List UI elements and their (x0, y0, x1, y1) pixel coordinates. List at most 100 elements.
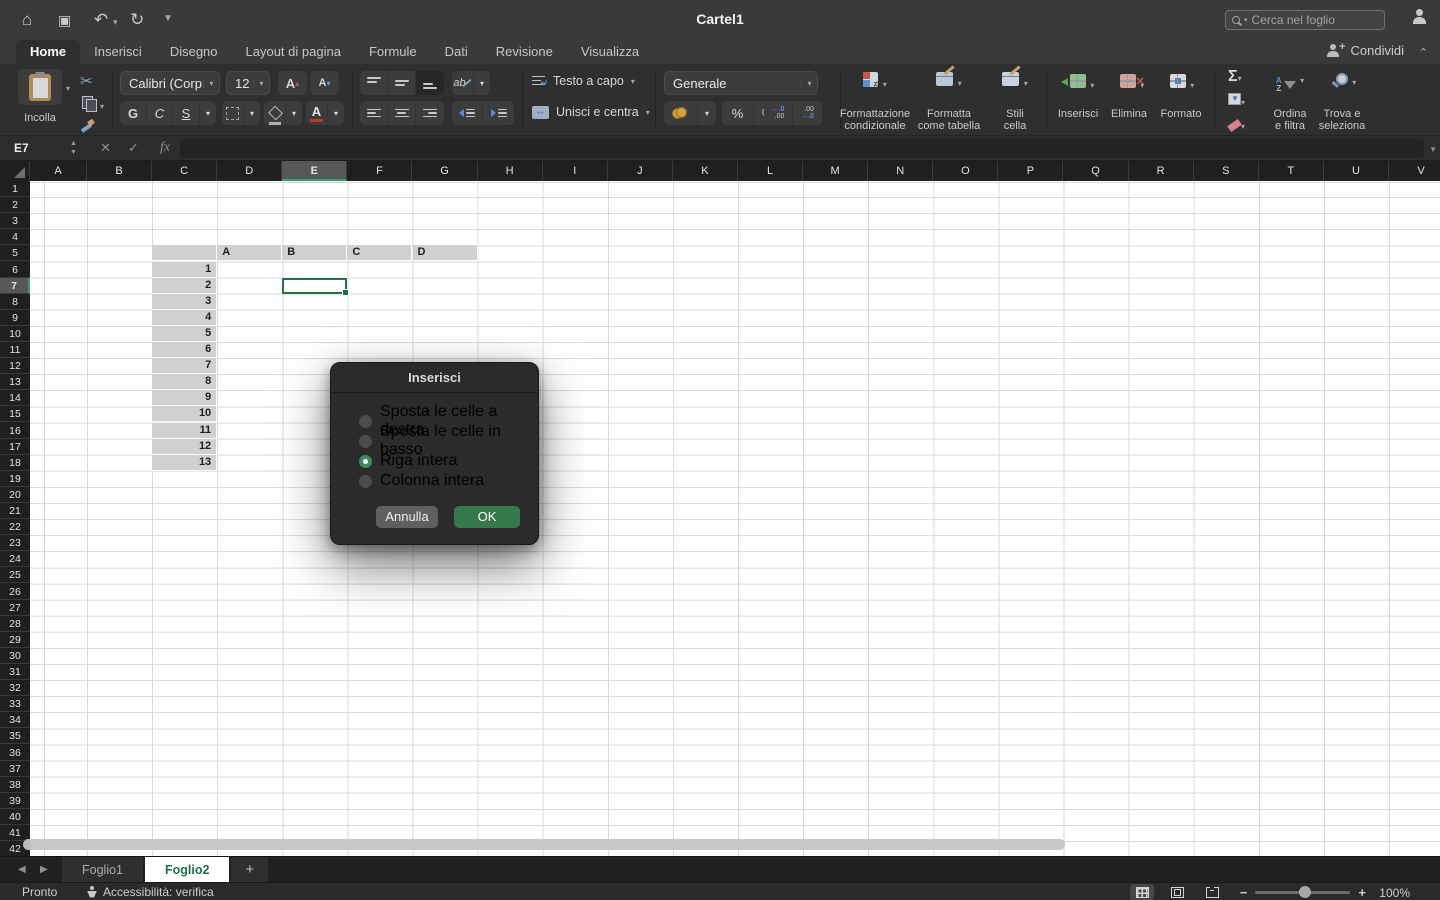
name-box-spinner[interactable]: ▲▼ (70, 139, 77, 157)
column-header-t[interactable]: T (1259, 161, 1324, 181)
delete-cells-button[interactable]: ✕ ▾ (1112, 74, 1152, 93)
align-center-button[interactable] (388, 101, 416, 125)
tab-revisione[interactable]: Revisione (482, 40, 567, 64)
search-scope-dropdown-icon[interactable]: ▾ (1244, 16, 1248, 24)
row-header-3[interactable]: 3 (0, 213, 30, 229)
zoom-slider-thumb[interactable] (1299, 886, 1311, 898)
align-bottom-button[interactable] (416, 71, 444, 95)
shrink-font-button[interactable]: A▾ (310, 71, 339, 95)
sheet-tab-foglio2[interactable]: Foglio2 (145, 857, 229, 883)
row-header-37[interactable]: 37 (0, 761, 30, 777)
sort-filter-dropdown-icon[interactable]: ▾ (1300, 76, 1304, 85)
row-header-2[interactable]: 2 (0, 197, 30, 213)
format-as-table-dropdown-icon[interactable]: ▾ (958, 79, 962, 88)
underline-dropdown-icon[interactable]: ▾ (200, 101, 216, 125)
column-header-c[interactable]: C (152, 161, 217, 181)
row-header-30[interactable]: 30 (0, 648, 30, 664)
row-header-38[interactable]: 38 (0, 777, 30, 793)
tab-disegno[interactable]: Disegno (156, 40, 232, 64)
select-all-corner[interactable] (0, 161, 30, 181)
percent-button[interactable]: % (722, 101, 754, 125)
collapse-ribbon-icon[interactable]: ⌃ (1419, 46, 1428, 59)
row-header-22[interactable]: 22 (0, 519, 30, 535)
sheet-tab-foglio1[interactable]: Foglio1 (62, 857, 143, 883)
column-header-d[interactable]: D (217, 161, 282, 181)
number-format-select[interactable]: Generale▾ (664, 71, 818, 95)
tab-dati[interactable]: Dati (431, 40, 482, 64)
copy-dropdown-icon[interactable]: ▾ (100, 102, 104, 111)
add-sheet-button[interactable]: + (231, 857, 268, 883)
row-header-28[interactable]: 28 (0, 616, 30, 632)
row-header-15[interactable]: 15 (0, 406, 30, 422)
row-header-31[interactable]: 31 (0, 664, 30, 680)
increase-indent-button[interactable] (483, 101, 514, 125)
column-header-j[interactable]: J (608, 161, 673, 181)
column-header-i[interactable]: I (543, 161, 608, 181)
format-cells-dropdown-icon[interactable]: ▾ (1190, 81, 1194, 90)
accessibility-status[interactable]: Accessibilità: verifica (86, 885, 214, 899)
conditional-formatting-button[interactable]: ▾ (852, 72, 898, 92)
borders-dropdown-icon[interactable]: ▾ (244, 101, 260, 125)
row-header-35[interactable]: 35 (0, 728, 30, 744)
row-header-32[interactable]: 32 (0, 680, 30, 696)
row-header-34[interactable]: 34 (0, 712, 30, 728)
column-header-h[interactable]: H (478, 161, 543, 181)
fill-color-dropdown-icon[interactable]: ▾ (286, 101, 302, 125)
grow-font-button[interactable]: A▴ (278, 71, 307, 95)
font-size-select[interactable]: 12▾ (226, 71, 270, 95)
bold-button[interactable]: G (120, 101, 147, 125)
fill-color-button[interactable]: ▾ (264, 101, 302, 125)
copy-icon[interactable] (82, 96, 95, 110)
align-middle-button[interactable] (388, 71, 416, 95)
autosum-dropdown-icon[interactable]: ▾ (1238, 74, 1242, 83)
row-header-4[interactable]: 4 (0, 229, 30, 245)
zoom-slider[interactable] (1255, 891, 1350, 894)
column-header-b[interactable]: B (87, 161, 152, 181)
conditional-formatting-dropdown-icon[interactable]: ▾ (883, 80, 887, 89)
cut-icon[interactable]: ✂ (80, 72, 93, 90)
row-header-24[interactable]: 24 (0, 551, 30, 567)
row-header-33[interactable]: 33 (0, 696, 30, 712)
italic-button[interactable]: C (147, 101, 173, 125)
column-header-p[interactable]: P (998, 161, 1063, 181)
find-select-button[interactable]: ▾ (1324, 72, 1368, 90)
row-header-39[interactable]: 39 (0, 793, 30, 809)
account-button[interactable] (1412, 9, 1432, 29)
column-header-v[interactable]: V (1389, 161, 1440, 181)
row-header-29[interactable]: 29 (0, 632, 30, 648)
column-header-n[interactable]: N (868, 161, 933, 181)
row-header-17[interactable]: 17 (0, 439, 30, 455)
row-header-5[interactable]: 5 (0, 245, 30, 261)
align-top-button[interactable] (360, 71, 388, 95)
option-sposta-le-celle-in-basso[interactable]: Sposta le celle in basso (359, 431, 528, 451)
search-input[interactable]: ▾ Cerca nel foglio (1225, 10, 1385, 30)
radio-icon[interactable] (359, 435, 372, 448)
borders-button[interactable]: ▾ (222, 101, 260, 125)
underline-button[interactable]: S (173, 101, 200, 125)
row-header-8[interactable]: 8 (0, 294, 30, 310)
zoom-in-icon[interactable]: + (1358, 885, 1366, 900)
column-header-e[interactable]: E (282, 161, 347, 181)
row-header-7[interactable]: 7 (0, 278, 30, 294)
cells-area[interactable] (30, 181, 1440, 856)
format-painter-icon[interactable] (80, 118, 94, 132)
fill-dropdown-icon[interactable]: ▾ (1241, 98, 1245, 107)
currency-button[interactable]: ▾ (664, 101, 716, 125)
row-header-26[interactable]: 26 (0, 584, 30, 600)
insert-function-icon[interactable]: fx (160, 140, 170, 156)
format-as-table-button[interactable]: ▾ (926, 72, 972, 91)
insert-cells-button[interactable]: ▾ (1062, 74, 1102, 93)
format-cells-button[interactable]: ▾ (1162, 74, 1202, 93)
tab-inserisci[interactable]: Inserisci (80, 40, 156, 64)
font-color-button[interactable]: A ▾ (306, 101, 344, 125)
next-sheet-icon[interactable]: ▶ (40, 864, 48, 875)
font-color-dropdown-icon[interactable]: ▾ (328, 101, 344, 125)
row-header-23[interactable]: 23 (0, 535, 30, 551)
row-header-13[interactable]: 13 (0, 374, 30, 390)
row-header-14[interactable]: 14 (0, 390, 30, 406)
row-header-16[interactable]: 16 (0, 423, 30, 439)
formula-input[interactable] (180, 139, 1424, 158)
currency-dropdown-icon[interactable]: ▾ (698, 101, 716, 125)
column-header-m[interactable]: M (803, 161, 868, 181)
clear-button[interactable]: ▾ (1228, 116, 1245, 134)
